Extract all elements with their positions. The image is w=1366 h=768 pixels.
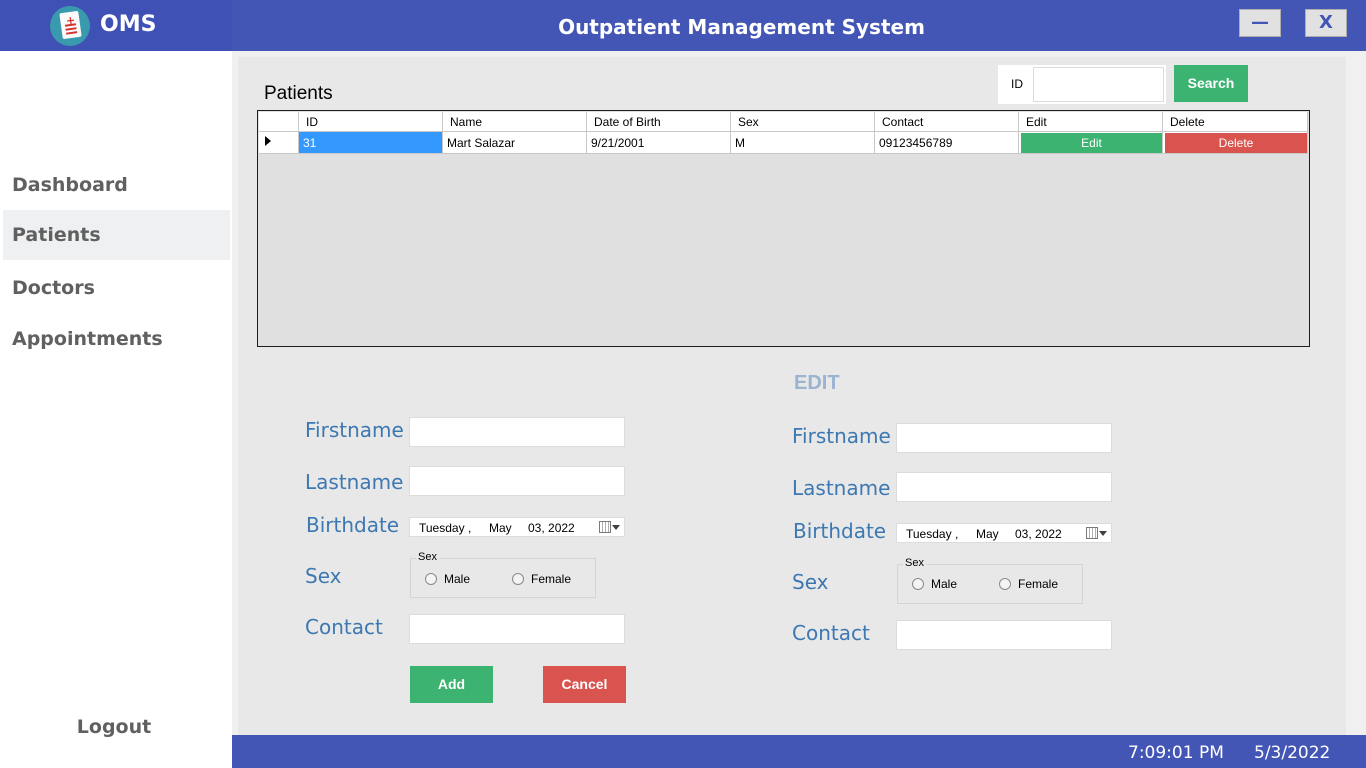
edit-birthdate-label: Birthdate [793, 519, 887, 543]
search-button[interactable]: Search [1174, 65, 1248, 102]
add-birthdate-label: Birthdate [306, 513, 400, 537]
column-header-contact[interactable]: Contact [875, 112, 1019, 132]
red-cross-icon: + [65, 13, 77, 28]
calendar-icon[interactable] [1086, 527, 1098, 539]
column-header-id[interactable]: ID [299, 112, 443, 132]
edit-contact-field[interactable] [896, 620, 1112, 650]
column-header-sex[interactable]: Sex [731, 112, 875, 132]
cancel-button[interactable]: Cancel [543, 666, 626, 703]
edit-sex-label: Sex [792, 570, 829, 594]
edit-heading: EDIT [794, 372, 840, 394]
search-id-label: ID [1011, 77, 1023, 91]
add-sex-label: Sex [305, 564, 342, 588]
edit-contact-label: Contact [792, 621, 870, 645]
status-date: 5/3/2022 [1254, 743, 1331, 763]
sidebar-item-doctors[interactable]: Doctors [3, 263, 230, 313]
add-female-radio[interactable] [512, 573, 524, 585]
edit-firstname-label: Firstname [792, 424, 891, 448]
row-edit-button[interactable]: Edit [1021, 133, 1162, 153]
search-input[interactable] [1033, 67, 1164, 102]
grid-corner-header [259, 112, 299, 132]
cell-contact[interactable]: 09123456789 [875, 132, 1019, 154]
cell-name[interactable]: Mart Salazar [443, 132, 587, 154]
edit-date-month: May [976, 527, 999, 541]
edit-female-radio[interactable] [999, 578, 1011, 590]
sidebar-item-patients[interactable]: Patients [3, 210, 230, 260]
sidebar-item-dashboard[interactable]: Dashboard [3, 160, 230, 210]
edit-birthdate-picker[interactable]: Tuesday , May 03, 2022 [896, 523, 1112, 543]
page-title: Patients [264, 83, 333, 104]
edit-date-comma: , [955, 527, 959, 541]
add-contact-label: Contact [305, 615, 383, 639]
sidebar-item-appointments[interactable]: Appointments [3, 314, 230, 364]
close-button[interactable]: X [1305, 9, 1347, 37]
add-contact-field[interactable] [409, 614, 625, 644]
calendar-icon[interactable] [599, 521, 611, 533]
edit-female-label[interactable]: Female [1018, 577, 1058, 591]
app-short-name: OMS [100, 12, 157, 37]
cell-id[interactable]: 31 [299, 132, 443, 154]
current-row-arrow-icon [265, 136, 271, 146]
app-title: Outpatient Management System [558, 15, 925, 39]
add-date-weekday: Tuesday [419, 521, 465, 535]
edit-firstname-field[interactable] [896, 423, 1112, 453]
edit-male-radio[interactable] [912, 578, 924, 590]
add-male-radio[interactable] [425, 573, 437, 585]
add-firstname-label: Firstname [305, 418, 404, 442]
add-date-month: May [489, 521, 512, 535]
cell-sex[interactable]: M [731, 132, 875, 154]
edit-sex-group-title: Sex [903, 557, 926, 569]
sidebar [0, 51, 232, 768]
edit-lastname-field[interactable] [896, 472, 1112, 502]
add-male-label[interactable]: Male [444, 572, 470, 586]
dropdown-caret-icon[interactable] [1099, 531, 1107, 536]
column-header-delete[interactable]: Delete [1163, 112, 1308, 132]
edit-date-weekday: Tuesday [906, 527, 952, 541]
cell-dob[interactable]: 9/21/2001 [587, 132, 731, 154]
row-delete-button[interactable]: Delete [1165, 133, 1307, 153]
edit-date-day-year: 03, 2022 [1015, 527, 1062, 541]
edit-lastname-label: Lastname [792, 476, 891, 500]
edit-male-label[interactable]: Male [931, 577, 957, 591]
minimize-button[interactable]: — [1239, 9, 1281, 37]
status-time: 7:09:01 PM [1128, 743, 1224, 763]
column-header-name[interactable]: Name [443, 112, 587, 132]
add-sex-group-title: Sex [416, 551, 439, 563]
add-lastname-field[interactable] [409, 466, 625, 496]
column-header-dob[interactable]: Date of Birth [587, 112, 731, 132]
dropdown-caret-icon[interactable] [612, 525, 620, 530]
add-firstname-field[interactable] [409, 417, 625, 447]
add-female-label[interactable]: Female [531, 572, 571, 586]
add-button[interactable]: Add [410, 666, 493, 703]
add-birthdate-picker[interactable]: Tuesday , May 03, 2022 [409, 517, 625, 537]
column-header-edit[interactable]: Edit [1019, 112, 1163, 132]
add-date-comma: , [468, 521, 472, 535]
add-lastname-label: Lastname [305, 470, 404, 494]
add-date-day-year: 03, 2022 [528, 521, 575, 535]
logout-button[interactable]: Logout [0, 716, 228, 738]
